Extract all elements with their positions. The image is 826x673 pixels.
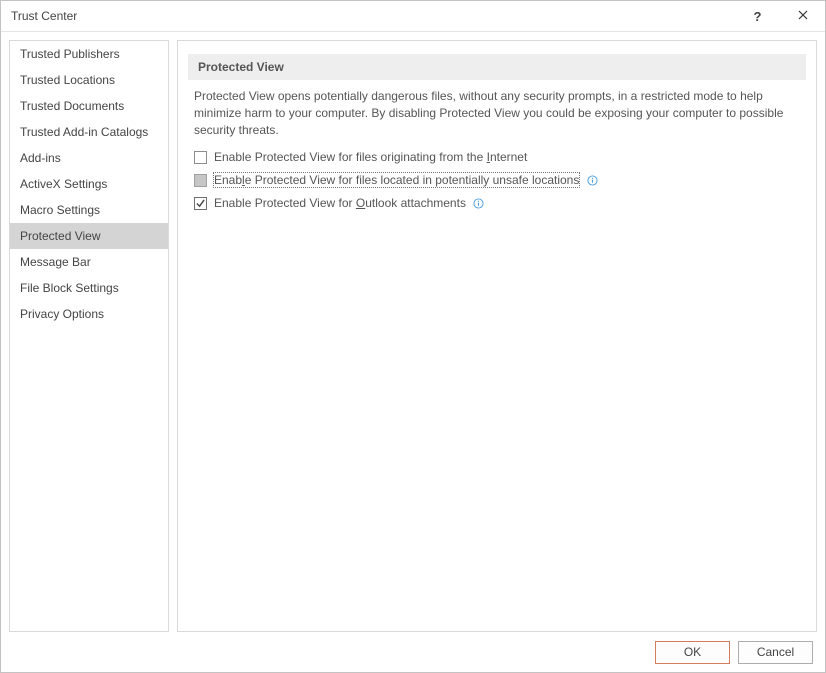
content: Trusted Publishers Trusted Locations Trust…	[1, 32, 825, 632]
sidebar-item-trusted-documents[interactable]: Trusted Documents	[10, 93, 168, 119]
option-from-internet[interactable]: Enable Protected View for files originat…	[194, 146, 800, 168]
main-panel: Protected View Protected View opens pote…	[177, 40, 817, 632]
titlebar: Trust Center ?	[1, 1, 825, 32]
ok-button[interactable]: OK	[655, 641, 730, 664]
sidebar-item-privacy-options[interactable]: Privacy Options	[10, 301, 168, 327]
window-title: Trust Center	[11, 9, 735, 23]
sidebar-item-file-block-settings[interactable]: File Block Settings	[10, 275, 168, 301]
sidebar: Trusted Publishers Trusted Locations Trust…	[9, 40, 169, 632]
sidebar-item-trusted-publishers[interactable]: Trusted Publishers	[10, 41, 168, 67]
close-icon	[798, 9, 808, 23]
sidebar-item-label: Trusted Locations	[20, 73, 115, 87]
help-icon: ?	[754, 9, 762, 24]
close-button[interactable]	[780, 1, 825, 32]
checkbox-unsafe-locations[interactable]	[194, 174, 207, 187]
sidebar-item-message-bar[interactable]: Message Bar	[10, 249, 168, 275]
checkbox-outlook-attach[interactable]	[194, 197, 207, 210]
section-heading: Protected View	[188, 54, 806, 80]
option-label: Enable Protected View for Outlook attach…	[213, 196, 467, 210]
sidebar-item-label: ActiveX Settings	[20, 177, 107, 191]
sidebar-item-label: Protected View	[20, 229, 101, 243]
option-label: Enable Protected View for files located …	[213, 172, 580, 188]
sidebar-item-trusted-locations[interactable]: Trusted Locations	[10, 67, 168, 93]
sidebar-item-protected-view[interactable]: Protected View	[10, 223, 168, 249]
info-icon[interactable]	[473, 197, 485, 209]
section-description: Protected View opens potentially dangero…	[194, 88, 800, 138]
checkbox-from-internet[interactable]	[194, 151, 207, 164]
sidebar-item-trusted-addin-cats[interactable]: Trusted Add-in Catalogs	[10, 119, 168, 145]
sidebar-item-label: File Block Settings	[20, 281, 119, 295]
sidebar-item-label: Privacy Options	[20, 307, 104, 321]
sidebar-item-label: Trusted Documents	[20, 99, 124, 113]
sidebar-item-label: Macro Settings	[20, 203, 100, 217]
sidebar-item-add-ins[interactable]: Add-ins	[10, 145, 168, 171]
sidebar-item-macro-settings[interactable]: Macro Settings	[10, 197, 168, 223]
sidebar-item-activex-settings[interactable]: ActiveX Settings	[10, 171, 168, 197]
cancel-button[interactable]: Cancel	[738, 641, 813, 664]
option-label: Enable Protected View for files originat…	[213, 150, 528, 164]
sidebar-item-label: Message Bar	[20, 255, 91, 269]
options-group: Enable Protected View for files originat…	[188, 146, 806, 214]
help-button[interactable]: ?	[735, 1, 780, 32]
sidebar-item-label: Trusted Publishers	[20, 47, 120, 61]
info-icon[interactable]	[586, 174, 598, 186]
sidebar-item-label: Trusted Add-in Catalogs	[20, 125, 148, 139]
sidebar-item-label: Add-ins	[20, 151, 61, 165]
option-outlook-attach[interactable]: Enable Protected View for Outlook attach…	[194, 192, 800, 214]
option-unsafe-locations[interactable]: Enable Protected View for files located …	[194, 169, 800, 191]
dialog-footer: OK Cancel	[1, 632, 825, 672]
